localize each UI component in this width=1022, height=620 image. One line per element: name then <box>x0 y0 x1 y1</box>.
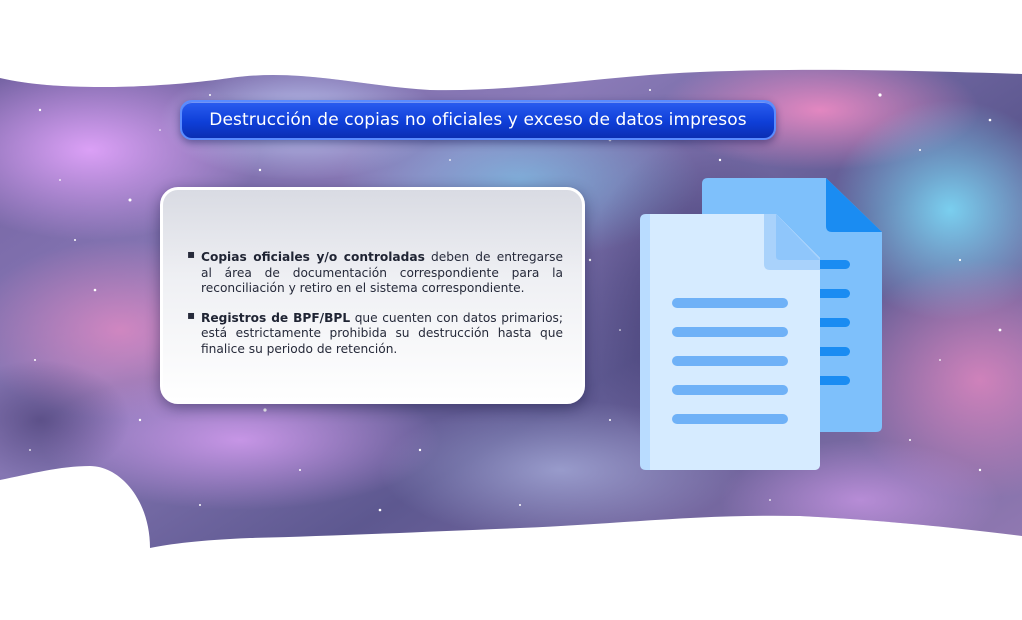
item-bold-label: Registros de BPF/BPL <box>201 310 351 325</box>
bullet-icon: ▪ <box>187 307 196 322</box>
documents-icon <box>640 178 882 470</box>
item-bold-label: Copias oficiales y/o controladas <box>201 250 425 264</box>
info-card: ▪ Copias oficiales y/o controladas deben… <box>160 187 585 404</box>
slide-title: Destrucción de copias no oficiales y exc… <box>180 100 776 140</box>
bullet-icon: ▪ <box>187 247 196 261</box>
list-item: ▪ Copias oficiales y/o controladas deben… <box>185 247 563 297</box>
bullet-list: ▪ Copias oficiales y/o controladas deben… <box>185 247 563 371</box>
list-item: ▪ Registros de BPF/BPL que cuenten con d… <box>185 307 563 358</box>
slide: Destrucción de copias no oficiales y exc… <box>0 0 1022 620</box>
